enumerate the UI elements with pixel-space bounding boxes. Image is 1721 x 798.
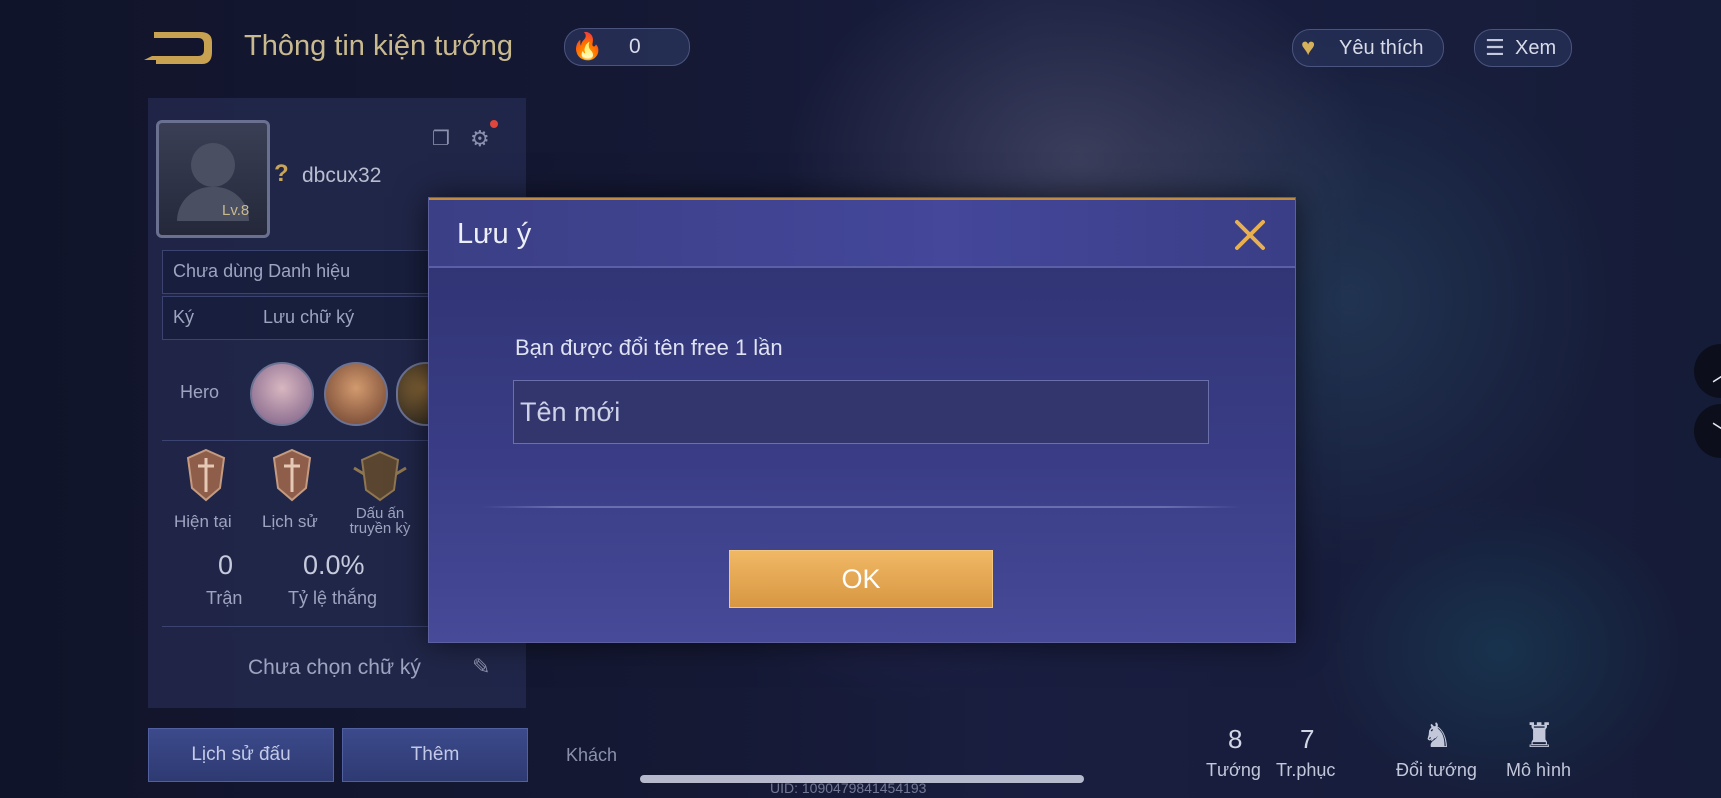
chevron-up-icon: ︿ xyxy=(1712,356,1721,388)
username: dbcux32 xyxy=(302,164,382,187)
new-name-input[interactable] xyxy=(513,380,1209,444)
chevron-down-icon: ﹀ xyxy=(1712,416,1721,448)
heroes-count: 8 xyxy=(1228,724,1243,754)
hero-label: Hero xyxy=(180,382,220,402)
fire-value: 0 xyxy=(629,35,641,58)
home-indicator[interactable] xyxy=(640,775,1084,783)
view-button[interactable]: ☰ Xem xyxy=(1474,29,1572,67)
mask-icon[interactable]: ♞ xyxy=(1422,716,1452,756)
legend-mark-icon[interactable] xyxy=(352,448,408,502)
signature-key: Ký xyxy=(173,307,195,327)
signature-value: Lưu chữ ký xyxy=(263,307,355,327)
matches-value: 0 xyxy=(218,550,234,580)
list-icon: ☰ xyxy=(1485,35,1505,60)
matches-label: Trận xyxy=(206,588,243,608)
change-hero-label[interactable]: Đổi tướng xyxy=(1396,760,1477,781)
rank-history-icon[interactable] xyxy=(270,448,314,502)
heroes-label[interactable]: Tướng xyxy=(1206,760,1261,781)
rank-history-label: Lịch sử xyxy=(262,512,318,531)
winrate-label: Tỷ lệ thắng xyxy=(288,588,378,608)
model-icon[interactable]: ♜ xyxy=(1524,716,1554,756)
winrate-value: 0.0% xyxy=(303,550,365,580)
skins-label[interactable]: Tr.phục xyxy=(1276,760,1335,781)
rename-dialog: Lưu ý Bạn được đổi tên free 1 lần OK xyxy=(428,197,1296,643)
fire-counter[interactable]: 🔥 0 xyxy=(564,28,690,66)
tab-guest[interactable]: Khách xyxy=(566,745,617,766)
close-icon[interactable] xyxy=(1229,214,1271,256)
back-arrow-icon[interactable] xyxy=(142,28,214,68)
dialog-message: Bạn được đổi tên free 1 lần xyxy=(515,335,783,360)
tab-more[interactable]: Thêm xyxy=(342,728,528,782)
signature-prompt[interactable]: Chưa chọn chữ ký xyxy=(248,656,421,680)
heart-icon: ♥ xyxy=(1301,34,1316,61)
dialog-divider xyxy=(481,506,1241,508)
view-label: Xem xyxy=(1515,37,1557,59)
avatar-head xyxy=(191,143,235,187)
dialog-title: Lưu ý xyxy=(457,218,532,250)
fire-icon: 🔥 xyxy=(571,31,604,61)
pencil-icon[interactable]: ✎ xyxy=(472,654,490,680)
level-badge: Lv.8 xyxy=(222,202,250,219)
page-title: Thông tin kiện tướng xyxy=(244,30,513,62)
rank-current-icon[interactable] xyxy=(184,448,228,502)
favorite-label: Yêu thích xyxy=(1339,37,1424,59)
dialog-header: Lưu ý xyxy=(429,198,1295,268)
ok-button[interactable]: OK xyxy=(729,550,993,608)
title-label: Chưa dùng Danh hiệu xyxy=(173,261,351,281)
hero-avatar-1[interactable] xyxy=(250,362,314,426)
hero-avatar-2[interactable] xyxy=(324,362,388,426)
rank-current-label: Hiện tại xyxy=(174,512,232,531)
help-icon[interactable]: ? xyxy=(274,160,289,188)
notification-dot xyxy=(490,120,498,128)
copy-icon[interactable]: ❐ xyxy=(432,126,450,151)
model-label[interactable]: Mô hình xyxy=(1506,760,1571,781)
legend-mark-label: Dấu ấn truyền kỳ xyxy=(349,505,411,537)
avatar[interactable] xyxy=(156,120,270,238)
tab-match-history[interactable]: Lịch sử đấu xyxy=(148,728,334,782)
gear-icon[interactable]: ⚙ xyxy=(470,126,490,152)
favorite-button[interactable]: ♥ Yêu thích xyxy=(1292,29,1444,67)
skins-count: 7 xyxy=(1300,724,1315,754)
